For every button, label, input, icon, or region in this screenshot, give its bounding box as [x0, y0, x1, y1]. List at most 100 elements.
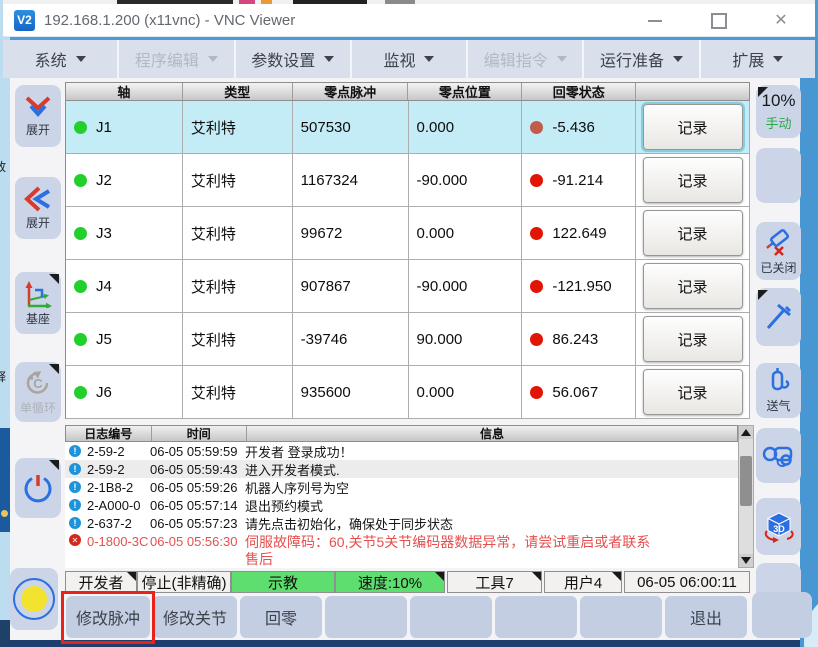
zero-pulse: 507530 — [293, 101, 409, 154]
menu-item-extend[interactable]: 扩展 — [701, 40, 815, 78]
info-icon: ! — [69, 481, 81, 493]
scroll-down-button[interactable] — [739, 554, 753, 567]
desktop-right-strip — [800, 37, 818, 647]
scroll-up-button[interactable] — [739, 426, 753, 439]
power-button[interactable] — [15, 458, 61, 518]
home-state: -5.436 — [552, 119, 595, 136]
scroll-thumb[interactable] — [740, 456, 752, 506]
record-button[interactable]: 记录 — [643, 316, 743, 362]
log-row-error[interactable]: ✕0-1800-3C 06-05 05:56:30 伺服故障码：60,关节5关节… — [65, 532, 738, 568]
axis-ok-dot — [74, 333, 87, 346]
record-button[interactable]: 记录 — [643, 210, 743, 256]
corner-notch-icon — [532, 572, 541, 581]
status-user-frame[interactable]: 用户4 — [544, 571, 622, 593]
axis-type: 艾利特 — [183, 260, 293, 313]
axis-row-j5[interactable]: J5 艾利特 -39746 90.000 86.243 记录 — [65, 313, 750, 366]
record-button[interactable]: 记录 — [643, 263, 743, 309]
log-row[interactable]: !2-A000-0 06-05 05:57:14 退出预约模式 — [65, 496, 738, 514]
manual-mode-label: 手动 — [765, 113, 791, 132]
corner-notch-icon — [127, 572, 136, 581]
blank-action-button[interactable] — [410, 596, 492, 638]
col-header-axis: 轴 — [66, 83, 183, 100]
close-button[interactable]: ✕ — [758, 4, 804, 37]
menu-item-param-settings[interactable]: 参数设置 — [236, 40, 352, 78]
svg-text:3D: 3D — [773, 524, 785, 534]
chevron-down-icon — [773, 56, 783, 62]
torch-state-label: 已关闭 — [760, 259, 796, 276]
expand-down-button[interactable]: 展开 — [15, 85, 61, 147]
axis-row-j1[interactable]: J1 艾利特 507530 0.000 -5.436 记录 — [65, 101, 750, 154]
axis-ok-dot — [74, 174, 87, 187]
axis-name: J5 — [96, 331, 112, 348]
tool-icon — [764, 302, 794, 332]
home-state-dot — [530, 227, 543, 240]
exit-button[interactable]: 退出 — [665, 596, 747, 638]
axis-row-j3[interactable]: J3 艾利特 99672 0.000 122.649 记录 — [65, 207, 750, 260]
log-row[interactable]: !2-1B8-2 06-05 05:59:26 机器人序列号为空 — [65, 478, 738, 496]
chevron-down-icon — [324, 56, 334, 62]
torch-closed-button[interactable]: 已关闭 — [756, 222, 801, 280]
axis-ok-dot — [74, 227, 87, 240]
log-row[interactable]: !2-637-2 06-05 05:57:23 请先点击初始化，确保处于同步状态 — [65, 514, 738, 532]
blank-action-button[interactable] — [580, 596, 662, 638]
enable-button[interactable] — [10, 568, 58, 630]
col-header-zero-pulse: 零点脉冲 — [293, 83, 409, 100]
gas-cylinder-icon — [764, 367, 794, 395]
base-frame-button[interactable]: 基座 — [15, 272, 61, 334]
col-header-home-state: 回零状态 — [522, 83, 636, 100]
status-time: 06-05 06:00:11 — [624, 571, 750, 593]
log-col-time: 时间 — [152, 426, 247, 441]
home-state: 122.649 — [552, 225, 606, 242]
view-3d-button[interactable]: 3D — [756, 498, 801, 555]
menu-item-system[interactable]: 系统 — [3, 40, 119, 78]
corner-notch-icon — [49, 460, 59, 470]
axis-name: J1 — [96, 119, 112, 136]
menu-item-monitor[interactable]: 监视 — [352, 40, 468, 78]
zero-pulse: 1167324 — [293, 154, 409, 207]
zero-pulse: 935600 — [293, 366, 409, 419]
info-icon: ! — [69, 499, 81, 511]
record-button[interactable]: 记录 — [643, 157, 743, 203]
col-header-zero-pos: 零点位置 — [408, 83, 522, 100]
record-button[interactable]: 记录 — [643, 104, 743, 150]
modify-joint-button[interactable]: 修改关节 — [153, 596, 237, 638]
svg-text:C: C — [33, 376, 43, 391]
axis-type: 艾利特 — [183, 207, 293, 260]
speed-mode-button[interactable]: 10% 手动 — [756, 85, 801, 138]
minimize-button[interactable] — [632, 4, 678, 37]
blank-action-button[interactable] — [495, 596, 577, 638]
axis-row-j4[interactable]: J4 艾利特 907867 -90.000 -121.950 记录 — [65, 260, 750, 313]
joystick-button[interactable] — [756, 428, 801, 483]
gas-supply-button[interactable]: 送气 — [756, 363, 801, 418]
blank-corner-button[interactable] — [752, 592, 812, 638]
axis-name: J6 — [96, 384, 112, 401]
log-row[interactable]: !2-59-2 06-05 05:59:43 进入开发者模式. — [65, 460, 738, 478]
info-icon: ! — [69, 517, 81, 529]
status-speed[interactable]: 速度:10% — [335, 571, 445, 593]
home-state-dot — [530, 121, 543, 134]
status-tool[interactable]: 工具7 — [447, 571, 542, 593]
record-button[interactable]: 记录 — [643, 369, 743, 415]
chevron-down-icon — [424, 56, 434, 62]
corner-notch-icon — [612, 572, 621, 581]
maximize-button[interactable] — [696, 4, 742, 37]
status-user[interactable]: 开发者 — [65, 571, 137, 593]
axis-row-j6[interactable]: J6 艾利特 935600 0.000 56.067 记录 — [65, 366, 750, 419]
log-row[interactable]: !2-59-2 06-05 05:59:59 开发者 登录成功！ — [65, 442, 738, 460]
log-scrollbar[interactable] — [738, 425, 754, 568]
expand-left-button[interactable]: 展开 — [15, 177, 61, 239]
desktop-left-strip: 放 释 — [0, 0, 10, 647]
title-bar: V2 192.168.1.200 (x11vnc) - VNC Viewer — [3, 4, 815, 37]
axis-name: J3 — [96, 225, 112, 242]
corner-notch-icon — [49, 274, 59, 284]
blank-side-button[interactable] — [756, 148, 801, 203]
menu-item-run-prep[interactable]: 运行准备 — [584, 40, 700, 78]
tool-select-button[interactable] — [756, 288, 801, 346]
zero-pos: -90.000 — [409, 260, 523, 313]
blank-action-button[interactable] — [325, 596, 407, 638]
chevron-down-icon — [76, 56, 86, 62]
vnc-logo-icon: V2 — [14, 10, 35, 31]
home-button[interactable]: 回零 — [240, 596, 322, 638]
axis-type: 艾利特 — [183, 154, 293, 207]
axis-row-j2[interactable]: J2 艾利特 1167324 -90.000 -91.214 记录 — [65, 154, 750, 207]
